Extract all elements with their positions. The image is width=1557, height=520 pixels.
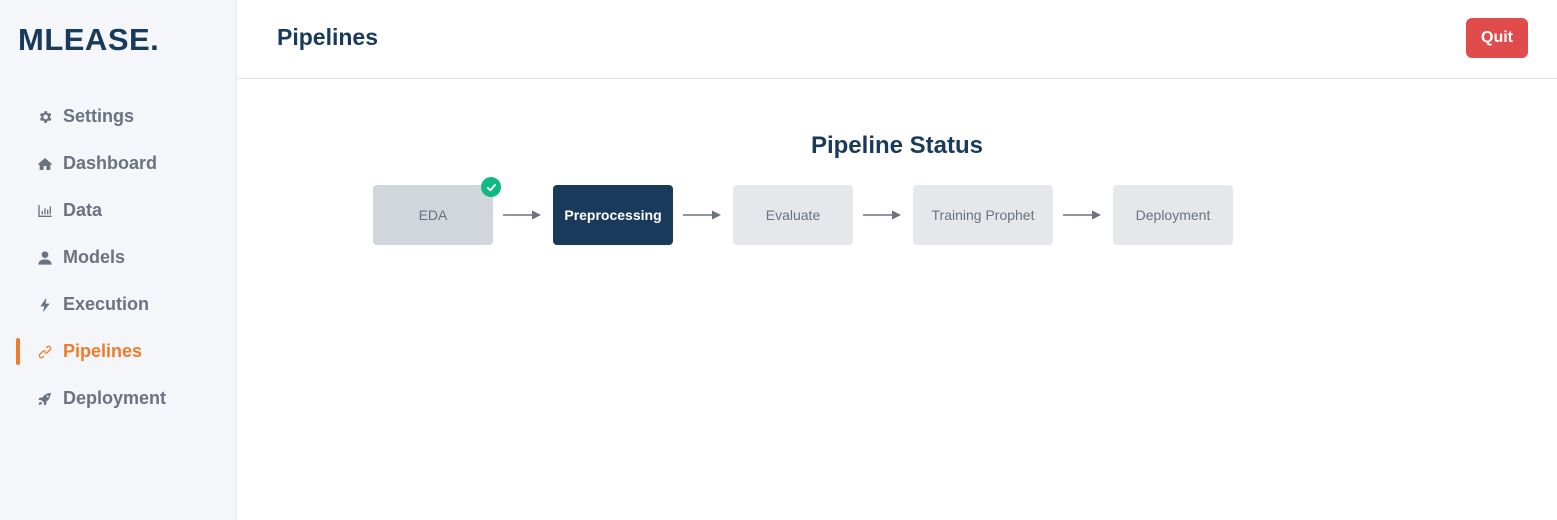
arrow-right-icon — [503, 210, 541, 220]
step-label: Evaluate — [765, 207, 821, 223]
bolt-icon — [36, 296, 53, 313]
step-label: Training Prophet — [931, 207, 1035, 223]
home-icon — [36, 155, 53, 172]
sidebar-item-label: Settings — [63, 106, 135, 126]
sidebar-item-label: Data — [63, 200, 103, 220]
sidebar-item-label: Execution — [63, 294, 150, 314]
sidebar-item-models[interactable]: Models — [0, 234, 236, 281]
pipeline-step-eda[interactable]: EDA — [373, 177, 501, 245]
check-icon — [481, 177, 501, 197]
page-title: Pipelines — [277, 24, 378, 50]
link-icon — [36, 343, 53, 360]
sidebar-item-data[interactable]: Data — [0, 187, 236, 234]
sidebar: MLEASE. Settings Dashboard Data Models E… — [0, 0, 237, 520]
pipeline-step-evaluate[interactable]: Evaluate — [733, 185, 853, 245]
rocket-icon — [36, 390, 53, 407]
sidebar-nav: Settings Dashboard Data Models Execution — [0, 93, 236, 422]
sidebar-item-settings[interactable]: Settings — [0, 93, 236, 140]
app-logo[interactable]: MLEASE. — [18, 22, 159, 58]
quit-button[interactable]: Quit — [1466, 18, 1528, 58]
gear-icon — [36, 108, 53, 125]
sidebar-item-label: Models — [63, 247, 126, 267]
step-label: Preprocessing — [564, 207, 662, 223]
sidebar-item-dashboard[interactable]: Dashboard — [0, 140, 236, 187]
arrow-right-icon — [863, 210, 901, 220]
sidebar-item-label: Pipelines — [63, 341, 143, 361]
top-header: Pipelines Quit — [237, 0, 1557, 79]
pipeline-step-preprocessing[interactable]: Preprocessing — [553, 185, 673, 245]
sidebar-item-label: Dashboard — [63, 153, 158, 173]
arrow-right-icon — [1063, 210, 1101, 220]
pipeline-status-title: Pipeline Status — [810, 132, 984, 159]
pipeline-panel: Pipeline Status EDA Preprocessing Evalua… — [237, 80, 1557, 520]
step-label: EDA — [418, 207, 448, 223]
user-icon — [36, 249, 53, 266]
step-label: Deployment — [1135, 207, 1211, 223]
sidebar-item-label: Deployment — [63, 388, 167, 408]
arrow-right-icon — [683, 210, 721, 220]
bar-chart-icon — [36, 202, 53, 219]
sidebar-item-deployment[interactable]: Deployment — [0, 375, 236, 422]
pipeline-step-training-prophet[interactable]: Training Prophet — [913, 185, 1053, 245]
sidebar-item-execution[interactable]: Execution — [0, 281, 236, 328]
pipeline-step-deployment[interactable]: Deployment — [1113, 185, 1233, 245]
sidebar-item-pipelines[interactable]: Pipelines — [0, 328, 236, 375]
